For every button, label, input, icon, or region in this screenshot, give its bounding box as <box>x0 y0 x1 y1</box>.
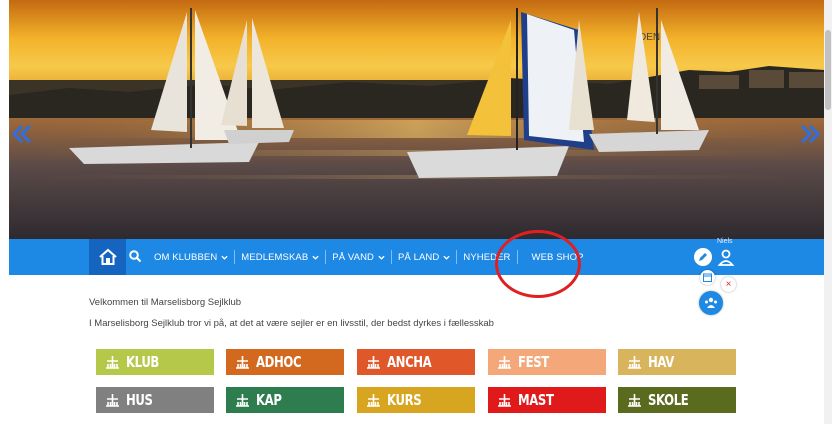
anchor-building-icon <box>106 355 119 369</box>
edit-button[interactable] <box>694 248 712 266</box>
nav-item-om-klubben[interactable]: OM KLUBBEN <box>148 239 234 275</box>
tile-adhoc[interactable]: ADHOC <box>226 349 344 375</box>
anchor-building-icon <box>367 355 380 369</box>
nav-item-label: PÅ VAND <box>332 251 374 263</box>
chevron-down-icon <box>312 255 319 260</box>
search-icon[interactable] <box>128 249 142 263</box>
tile-klub[interactable]: KLUB <box>96 349 214 375</box>
anchor-building-icon <box>628 393 641 407</box>
tile-label: ANCHA <box>387 353 432 371</box>
anchor-building-icon <box>236 355 249 369</box>
anchor-building-icon <box>367 393 380 407</box>
tile-ancha[interactable]: ANCHA <box>357 349 475 375</box>
tile-label: ADHOC <box>256 353 302 371</box>
user-name: Niels <box>717 238 733 245</box>
main-navigation: OM KLUBBEN MEDLEMSKAB PÅ VAND PÅ LAND NY… <box>9 238 824 275</box>
tile-label: KURS <box>387 391 422 409</box>
nav-item-label: MEDLEMSKAB <box>241 251 309 263</box>
intro-text: I Marselisborg Sejlklub tror vi på, at d… <box>89 318 494 329</box>
tile-label: MAST <box>518 391 554 409</box>
scrollbar-thumb[interactable] <box>825 30 831 110</box>
anchor-building-icon <box>498 355 511 369</box>
tile-label: HUS <box>126 391 153 409</box>
chevron-down-icon <box>221 255 228 260</box>
tile-label: HAV <box>648 353 674 371</box>
tile-label: KLUB <box>126 353 159 371</box>
nav-item-medlemskab[interactable]: MEDLEMSKAB <box>235 239 325 275</box>
chevrons-left-icon[interactable] <box>8 120 36 148</box>
hero-slider: DEN <box>9 0 824 239</box>
calendar-widget-button[interactable] <box>700 270 715 285</box>
tile-label: SKOLE <box>648 391 689 409</box>
nav-item-paa-land[interactable]: PÅ LAND <box>392 239 456 275</box>
home-button[interactable] <box>89 239 126 275</box>
tile-label: KAP <box>256 391 282 409</box>
nav-item-label: OM KLUBBEN <box>154 251 218 263</box>
nav-item-label: PÅ LAND <box>398 251 440 263</box>
anchor-building-icon <box>236 393 249 407</box>
calendar-icon <box>703 273 712 282</box>
tile-mast[interactable]: MAST <box>488 387 606 413</box>
close-widget-button[interactable]: × <box>721 277 736 292</box>
page: DEN OM KLUBBEN MEDLEMSKAB PÅ VAND PÅ LAN… <box>0 0 832 424</box>
anchor-building-icon <box>498 393 511 407</box>
hero-image: DEN <box>9 0 824 239</box>
tile-hav[interactable]: HAV <box>618 349 736 375</box>
home-icon <box>98 248 117 265</box>
pencil-icon <box>699 253 707 261</box>
highlight-circle <box>495 230 581 298</box>
welcome-heading: Velkommen til Marselisborg Sejlklub <box>89 297 242 308</box>
people-icon <box>705 297 717 308</box>
tile-kap[interactable]: KAP <box>226 387 344 413</box>
tile-label: FEST <box>518 353 549 371</box>
accessibility-button[interactable] <box>699 291 723 315</box>
tile-fest[interactable]: FEST <box>488 349 606 375</box>
tile-kurs[interactable]: KURS <box>357 387 475 413</box>
tile-hus[interactable]: HUS <box>96 387 214 413</box>
nav-item-paa-vand[interactable]: PÅ VAND <box>326 239 391 275</box>
user-icon[interactable] <box>716 246 736 268</box>
chevron-down-icon <box>378 255 385 260</box>
chevrons-right-icon[interactable] <box>796 120 824 148</box>
anchor-building-icon <box>106 393 119 407</box>
anchor-building-icon <box>628 355 641 369</box>
tile-skole[interactable]: SKOLE <box>618 387 736 413</box>
chevron-down-icon <box>443 255 450 260</box>
